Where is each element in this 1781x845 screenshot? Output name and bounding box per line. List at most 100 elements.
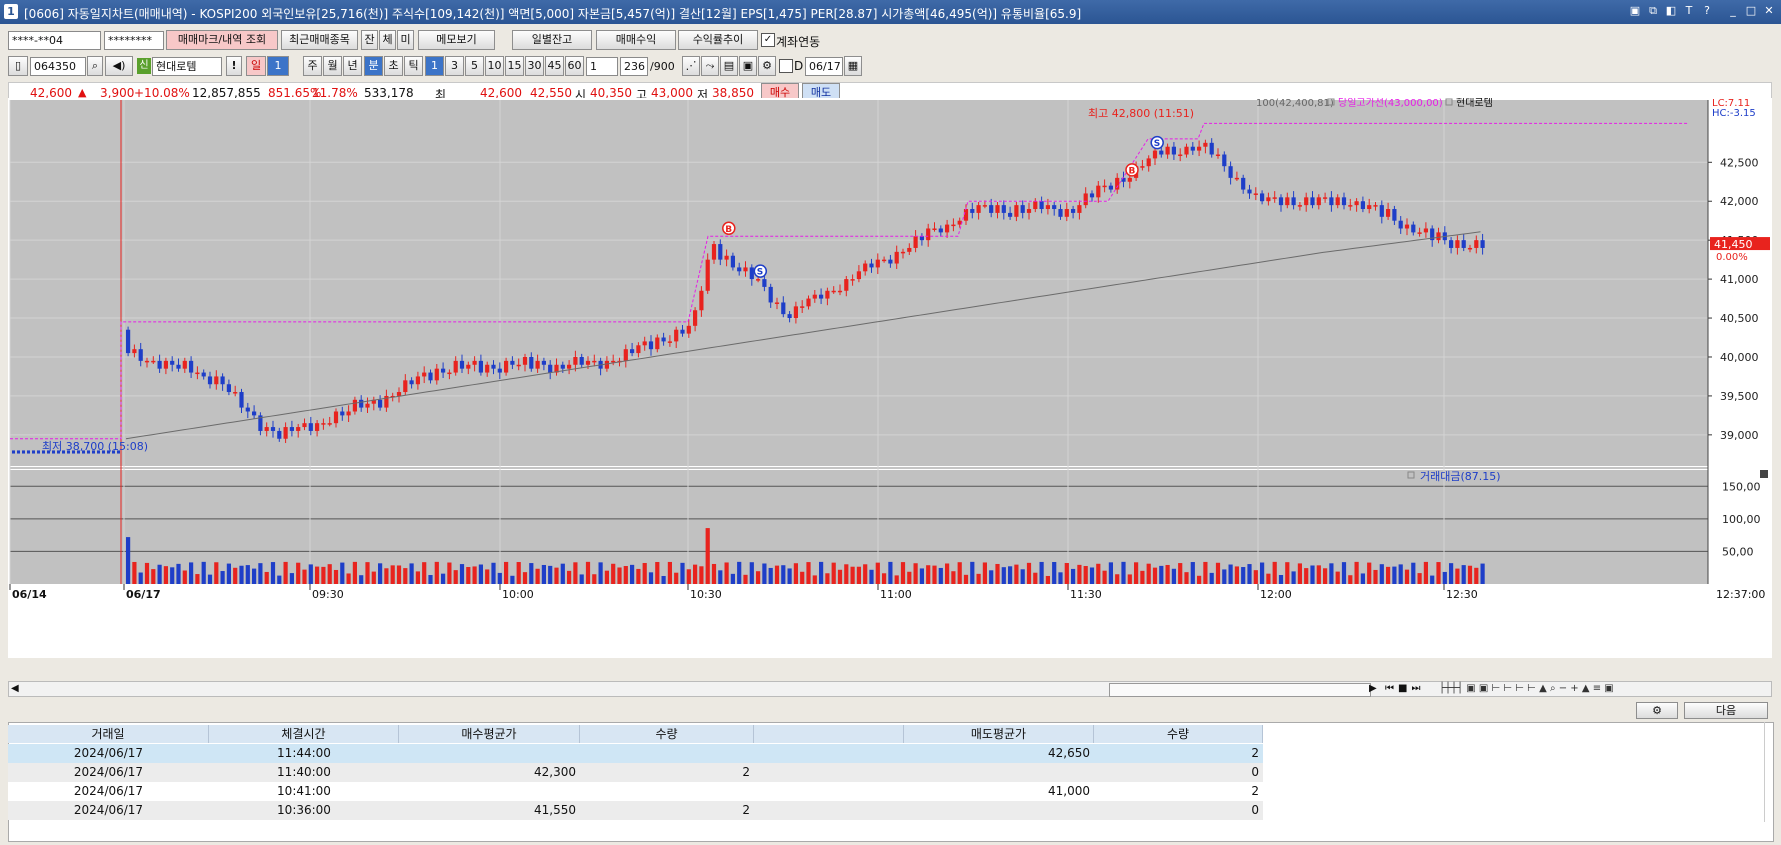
- candle: [882, 259, 887, 262]
- save-icon[interactable]: ▣: [739, 56, 757, 76]
- candle: [850, 279, 855, 281]
- volume-bar: [567, 570, 572, 584]
- maximize-icon[interactable]: □: [1744, 4, 1758, 18]
- account-link-label: 계좌연동: [776, 35, 821, 49]
- pane-close-icon[interactable]: [1760, 470, 1768, 478]
- candle: [214, 376, 219, 385]
- interval-15[interactable]: 15: [505, 56, 524, 76]
- candle: [900, 251, 906, 254]
- candle: [718, 244, 723, 260]
- price-tick-label: 40,000: [1720, 351, 1759, 364]
- candle: [1417, 232, 1422, 234]
- daily-balance-button[interactable]: 일별잔고: [512, 30, 592, 50]
- zoom-tools[interactable]: ├┼┼┤ ▣ ▣ ⊢ ⊢ ⊢ ⊢ ▲ ⌕ − + ▲ ≡ ▣: [1439, 683, 1614, 694]
- col-header-time[interactable]: 체결시간: [209, 725, 399, 743]
- sound-icon[interactable]: ◀): [105, 56, 133, 76]
- volume-bar: [1379, 564, 1384, 584]
- font-size-icon[interactable]: T: [1682, 4, 1696, 18]
- period-day[interactable]: 일: [246, 56, 266, 76]
- date-checkbox[interactable]: [779, 59, 793, 73]
- recent-trades-button[interactable]: 최근매매종목: [281, 30, 358, 50]
- volume-bar: [1297, 563, 1302, 584]
- print-icon[interactable]: ▤: [720, 56, 738, 76]
- volume-bar: [1184, 572, 1189, 584]
- scroll-right-icon[interactable]: ▶: [1369, 683, 1377, 694]
- interval-select[interactable]: 1: [586, 57, 618, 76]
- calendar-icon[interactable]: ▦: [844, 56, 862, 76]
- volume-bar: [340, 562, 345, 584]
- interval-5[interactable]: 5: [465, 56, 484, 76]
- close-icon[interactable]: ✕: [1762, 4, 1776, 18]
- trade-profit-button[interactable]: 매매수익: [596, 30, 676, 50]
- period-tick[interactable]: 틱: [404, 56, 423, 76]
- x-end-label: 12:37:00: [1716, 588, 1765, 601]
- balance-button[interactable]: 잔: [361, 30, 378, 50]
- candle: [340, 411, 345, 416]
- trade-mark-query-button[interactable]: 매매마크/내역 조회: [166, 30, 278, 50]
- indicator-icon[interactable]: ⋰: [682, 56, 700, 76]
- volume-bar: [1178, 563, 1183, 584]
- period-second[interactable]: 초: [384, 56, 403, 76]
- playback-controls[interactable]: ⏮■⏭: [1385, 683, 1424, 694]
- interval-30[interactable]: 30: [525, 56, 544, 76]
- stock-name-field[interactable]: 현대로템: [152, 57, 222, 76]
- filled-button[interactable]: 체: [379, 30, 396, 50]
- volume-bar: [384, 568, 389, 584]
- trendline-icon[interactable]: ⤳: [701, 56, 719, 76]
- cell-sell-qty: 0: [1251, 803, 1259, 817]
- grid-settings-icon[interactable]: ⚙: [1636, 702, 1678, 719]
- col-header-sell-qty[interactable]: 수량: [1094, 725, 1263, 743]
- window-ctl-icon-1[interactable]: ⧉: [1646, 4, 1660, 18]
- date-input[interactable]: 06/17: [805, 57, 843, 76]
- interval-60[interactable]: 60: [565, 56, 584, 76]
- minimize-icon[interactable]: _: [1726, 4, 1740, 18]
- candle: [762, 279, 767, 287]
- grid-scrollbar[interactable]: [1764, 722, 1773, 822]
- settings-icon[interactable]: ⚙: [758, 56, 776, 76]
- period-week[interactable]: 주: [303, 56, 322, 76]
- period-month[interactable]: 월: [323, 56, 342, 76]
- candle: [793, 306, 798, 319]
- code-input[interactable]: 064350: [30, 57, 86, 76]
- col-header-sell-avg[interactable]: 매도평균가: [904, 725, 1094, 743]
- count-input[interactable]: 236: [620, 57, 648, 76]
- candle: [1304, 197, 1309, 206]
- volume-bar: [1159, 565, 1164, 584]
- account-select[interactable]: ****-**04: [8, 31, 101, 50]
- search-icon[interactable]: ⌕: [87, 56, 103, 76]
- interval-1[interactable]: 1: [425, 56, 444, 76]
- volume-bar: [1392, 566, 1397, 584]
- unfilled-button[interactable]: 미: [397, 30, 414, 50]
- interval-10[interactable]: 10: [485, 56, 504, 76]
- interval-45[interactable]: 45: [545, 56, 564, 76]
- volume-bar: [1140, 570, 1145, 584]
- account-link-checkbox[interactable]: ✓: [761, 33, 775, 47]
- volume-bar: [667, 561, 672, 584]
- layout-icon[interactable]: ▯: [8, 56, 28, 76]
- candle: [1203, 142, 1208, 147]
- volume-bar: [1001, 567, 1006, 584]
- period-year[interactable]: 년: [343, 56, 362, 76]
- col-header-buy-qty[interactable]: 수량: [580, 725, 754, 743]
- next-button[interactable]: 다음: [1684, 702, 1768, 719]
- price-tick-label: 41,000: [1720, 273, 1759, 286]
- help-icon[interactable]: ?: [1700, 4, 1714, 18]
- interval-3[interactable]: 3: [445, 56, 464, 76]
- window-ctl-icon-0[interactable]: ▣: [1628, 4, 1642, 18]
- scroll-thumb[interactable]: [1109, 683, 1371, 697]
- col-header-buy-avg[interactable]: 매수평균가: [399, 725, 580, 743]
- scroll-left-icon[interactable]: ◀: [11, 683, 19, 694]
- candle: [1215, 154, 1221, 157]
- period-day-count[interactable]: 1: [267, 56, 289, 76]
- price-chart[interactable]: 42,50042,00041,50041,00040,50040,00039,5…: [8, 98, 1772, 658]
- password-field[interactable]: ********: [104, 31, 164, 50]
- return-trend-button[interactable]: 수익률추이: [678, 30, 758, 50]
- col-header-date[interactable]: 거래일: [8, 725, 209, 743]
- window-ctl-icon-2[interactable]: ◧: [1664, 4, 1678, 18]
- cell-blank: [754, 744, 904, 763]
- period-minute[interactable]: 분: [364, 56, 383, 76]
- candle: [995, 205, 1000, 213]
- alert-button[interactable]: !: [226, 56, 242, 76]
- chart-scrollbar[interactable]: ◀ ▶ ⏮■⏭ ├┼┼┤ ▣ ▣ ⊢ ⊢ ⊢ ⊢ ▲ ⌕ − + ▲ ≡ ▣: [8, 681, 1772, 697]
- memo-view-button[interactable]: 메모보기: [418, 30, 495, 50]
